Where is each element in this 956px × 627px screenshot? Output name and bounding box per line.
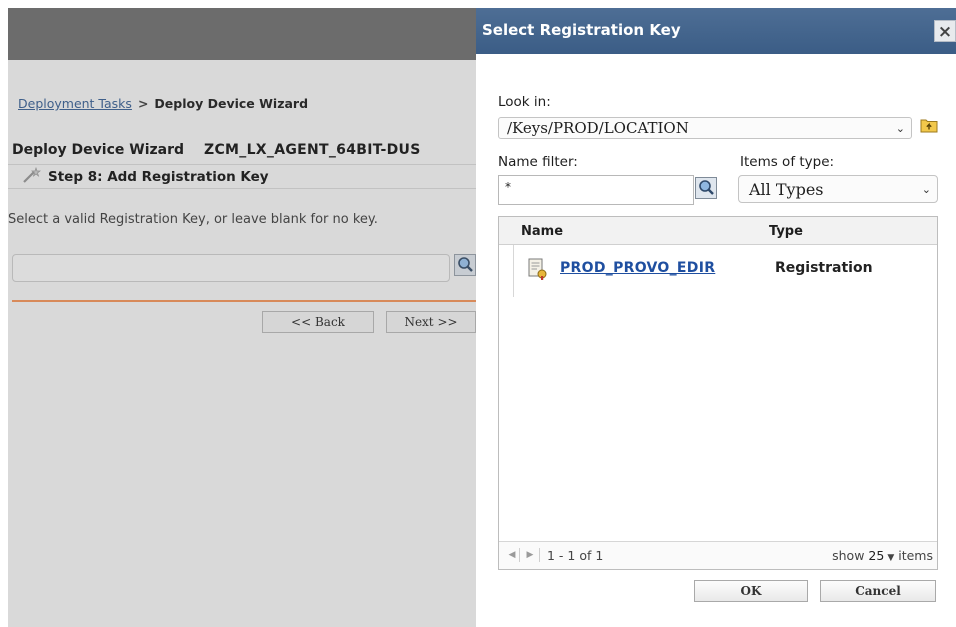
- divider: [12, 300, 476, 302]
- pager-range: 1 - 1 of 1: [547, 548, 604, 563]
- back-button[interactable]: << Back: [262, 311, 374, 333]
- dialog-title: Select Registration Key: [482, 21, 681, 39]
- cancel-button[interactable]: Cancel: [820, 580, 936, 602]
- table-row[interactable]: PROD_PROVO_EDIR Registration: [499, 257, 937, 283]
- select-registration-key-dialog: Select Registration Key × Look in: /Keys…: [476, 8, 956, 627]
- page-size-control[interactable]: show 25 ▼ items: [832, 548, 933, 563]
- wizard-title-bar: Deploy Device Wizard ZCM_LX_AGENT_64BIT-D…: [8, 139, 476, 165]
- pager-divider: [519, 548, 520, 562]
- next-page-icon[interactable]: ▶: [523, 548, 537, 562]
- search-icon[interactable]: [695, 177, 717, 199]
- previous-page-icon[interactable]: ◀: [505, 548, 519, 562]
- wand-icon: [23, 167, 41, 183]
- items-of-type-select[interactable]: All Types ⌄: [738, 175, 938, 203]
- page-size-value[interactable]: 25: [868, 548, 884, 563]
- wizard-title: Deploy Device Wizard: [12, 142, 185, 158]
- background-page: Deployment Tasks > Deploy Device Wizard De…: [8, 8, 476, 627]
- column-header-name[interactable]: Name: [521, 224, 563, 239]
- name-filter-input[interactable]: *: [498, 175, 694, 205]
- grid-pager: ◀ ▶ 1 - 1 of 1 show 25 ▼ items: [499, 541, 937, 569]
- breadcrumb-separator: >: [137, 96, 149, 111]
- page-size-show-label: show: [832, 548, 865, 563]
- step-title: Step 8: Add Registration Key: [48, 169, 269, 185]
- column-header-type[interactable]: Type: [769, 224, 803, 239]
- items-of-type-value: All Types: [749, 180, 824, 199]
- breadcrumb: Deployment Tasks > Deploy Device Wizard: [18, 96, 308, 111]
- chevron-down-icon: ⌄: [895, 122, 905, 135]
- next-button[interactable]: Next >>: [386, 311, 476, 333]
- wizard-target-name: ZCM_LX_AGENT_64BIT-DUS: [204, 142, 421, 158]
- dialog-title-bar: Select Registration Key ×: [476, 8, 956, 54]
- registration-key-input[interactable]: [12, 254, 450, 282]
- look-in-value: /Keys/PROD/LOCATION: [507, 119, 689, 137]
- row-name-link[interactable]: PROD_PROVO_EDIR: [560, 260, 715, 276]
- breadcrumb-current: Deploy Device Wizard: [154, 96, 309, 111]
- instruction-text: Select a valid Registration Key, or leav…: [8, 212, 378, 227]
- page-header-bar: [8, 8, 476, 60]
- row-type: Registration: [775, 260, 873, 276]
- chevron-down-icon: ▼: [887, 553, 895, 563]
- chevron-down-icon: ⌄: [921, 183, 931, 196]
- ok-button[interactable]: OK: [694, 580, 808, 602]
- search-icon[interactable]: [454, 254, 476, 276]
- breadcrumb-deployment-tasks-link[interactable]: Deployment Tasks: [18, 96, 132, 111]
- grid-header: Name Type: [499, 217, 937, 245]
- items-of-type-label: Items of type:: [740, 154, 835, 170]
- results-grid: Name Type PROD_PROVO_EDIR Registration ◀…: [498, 216, 938, 570]
- name-filter-label: Name filter:: [498, 154, 578, 170]
- registration-key-icon: [528, 258, 547, 280]
- page-size-items-label: items: [898, 548, 933, 563]
- look-in-select[interactable]: /Keys/PROD/LOCATION ⌄: [498, 117, 912, 139]
- close-icon[interactable]: ×: [934, 20, 956, 42]
- step-title-bar: Step 8: Add Registration Key: [8, 165, 476, 189]
- look-in-label: Look in:: [498, 94, 551, 110]
- pager-divider: [539, 548, 540, 562]
- folder-up-icon[interactable]: [920, 117, 938, 133]
